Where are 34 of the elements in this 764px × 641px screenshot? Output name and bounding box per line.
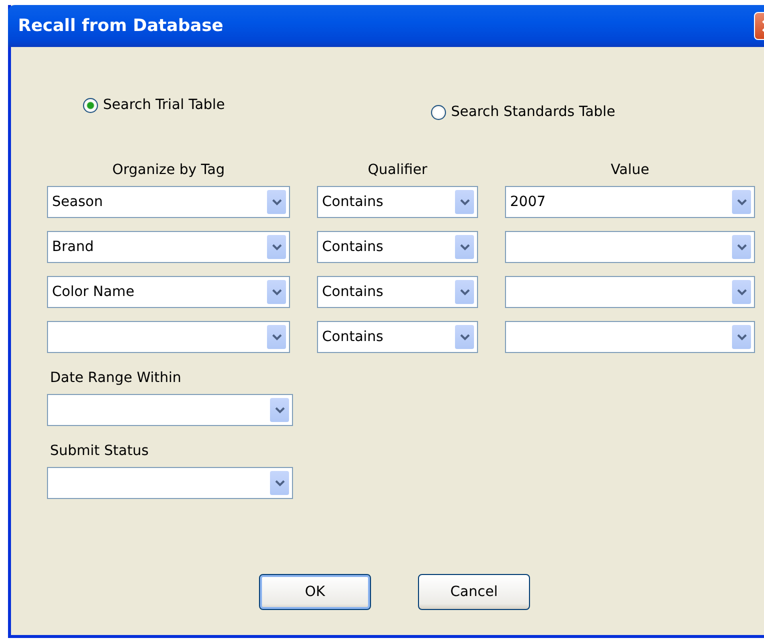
radio-label: Search Trial Table — [103, 97, 225, 113]
selected-value: Contains — [322, 239, 384, 255]
value-dropdown[interactable]: 2007 — [505, 186, 755, 218]
tag-dropdown[interactable]: Season — [47, 186, 290, 218]
tag-dropdown[interactable] — [47, 321, 290, 353]
cancel-button[interactable]: Cancel — [418, 574, 530, 610]
qualifier-dropdown[interactable]: Contains — [317, 186, 478, 218]
radio-label: Search Standards Table — [451, 104, 616, 120]
selected-value: Brand — [52, 239, 94, 255]
selected-value: Season — [52, 194, 103, 210]
column-heading: Organize by Tag — [112, 162, 225, 178]
radio-button[interactable] — [431, 104, 446, 120]
date-range-dropdown[interactable] — [47, 394, 293, 426]
column-heading: Qualifier — [368, 162, 428, 178]
submit-status-dropdown[interactable] — [47, 467, 293, 499]
window-title: Recall from Database — [18, 16, 224, 36]
tag-dropdown[interactable]: Brand — [47, 231, 290, 263]
value-dropdown[interactable] — [505, 321, 755, 353]
value-dropdown[interactable] — [505, 276, 755, 308]
field-label: Submit Status — [50, 443, 150, 459]
selected-value: Contains — [322, 329, 384, 345]
selected-value: Contains — [322, 284, 384, 300]
radio-button[interactable] — [83, 98, 98, 112]
selected-value: Contains — [322, 194, 384, 210]
value-dropdown[interactable] — [505, 231, 755, 263]
qualifier-dropdown[interactable]: Contains — [317, 276, 478, 308]
qualifier-dropdown[interactable]: Contains — [317, 231, 478, 263]
tag-dropdown[interactable]: Color Name — [47, 276, 290, 308]
selected-value: Color Name — [52, 284, 134, 300]
selected-value: 2007 — [510, 194, 546, 210]
qualifier-dropdown[interactable]: Contains — [317, 321, 478, 353]
field-label: Date Range Within — [50, 370, 182, 386]
ok-button[interactable]: OK — [259, 574, 371, 610]
column-heading: Value — [610, 162, 650, 178]
